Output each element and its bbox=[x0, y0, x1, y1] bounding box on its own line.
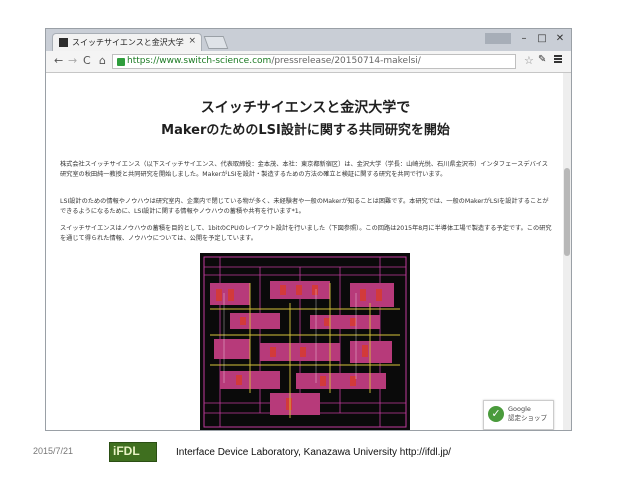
tab-close-icon[interactable]: × bbox=[188, 36, 196, 46]
google-certified-shop-badge[interactable]: ✓ Google 認定ショップ bbox=[483, 400, 554, 430]
paragraph-1: 株式会社スイッチサイエンス（以下スイッチサイエンス、代表取締役：金本茂、本社：東… bbox=[60, 161, 548, 178]
minimize-icon[interactable]: – bbox=[517, 32, 531, 45]
menu-icon[interactable] bbox=[554, 55, 562, 63]
tab-bar: スイッチサイエンスと金沢大学 × – □ ✕ bbox=[46, 29, 571, 51]
browser-toolbar: ← → C ⌂ https://www.switch-science.com/p… bbox=[46, 51, 571, 73]
url-text: https://www.switch-science.com/pressrele… bbox=[127, 56, 421, 66]
back-arrow-icon[interactable]: ← bbox=[54, 54, 63, 67]
paragraph-2: LSI設計のための情報やノウハウは研究室内、企業内で閉じている物が多く、未経験者… bbox=[60, 198, 549, 215]
url-host: https://www.switch-science.com bbox=[127, 56, 272, 66]
ifdl-logo-text: iFDL bbox=[113, 444, 140, 458]
paragraph-3: スイッチサイエンスはノウハウの蓄積を目的として、1bitのCPUのレイアウト設計… bbox=[60, 225, 552, 242]
lock-icon bbox=[117, 58, 125, 66]
forward-arrow-icon[interactable]: → bbox=[68, 54, 77, 67]
reload-icon[interactable]: C bbox=[83, 54, 91, 67]
check-icon: ✓ bbox=[488, 406, 504, 422]
browser-window: スイッチサイエンスと金沢大学 × – □ ✕ ← → C ⌂ https://w… bbox=[45, 28, 572, 431]
favicon-icon bbox=[59, 38, 68, 47]
user-profile-chip[interactable] bbox=[485, 33, 511, 44]
headline-line2: MakerのためのLSI設計に関する共同研究を開始 bbox=[161, 123, 450, 138]
extension-icon[interactable]: ✎ bbox=[538, 54, 546, 65]
badge-line2: 認定ショップ bbox=[508, 414, 547, 422]
new-tab-button[interactable] bbox=[203, 36, 229, 49]
maximize-icon[interactable]: □ bbox=[535, 32, 549, 45]
window-close-icon[interactable]: ✕ bbox=[553, 32, 567, 45]
cpu-layout-image bbox=[200, 253, 410, 430]
slide-caption: Interface Device Laboratory, Kanazawa Un… bbox=[176, 447, 451, 458]
ifdl-logo: iFDL bbox=[109, 442, 157, 462]
address-bar[interactable]: https://www.switch-science.com/pressrele… bbox=[112, 54, 516, 69]
headline-line1: スイッチサイエンスと金沢大学で bbox=[200, 100, 411, 116]
slide-date: 2015/7/21 bbox=[33, 446, 74, 456]
scrollbar-thumb[interactable] bbox=[564, 168, 570, 256]
scrollbar[interactable] bbox=[563, 73, 571, 430]
bookmark-star-icon[interactable]: ☆ bbox=[524, 54, 534, 67]
url-path: /pressrelease/20150714-makelsi/ bbox=[271, 56, 421, 66]
tab-title: スイッチサイエンスと金沢大学 bbox=[72, 38, 184, 47]
browser-tab[interactable]: スイッチサイエンスと金沢大学 × bbox=[52, 33, 202, 51]
home-icon[interactable]: ⌂ bbox=[99, 54, 106, 67]
badge-text: Google 認定ショップ bbox=[508, 405, 547, 423]
page-viewport: スイッチサイエンスと金沢大学で MakerのためのLSI設計に関する共同研究を開… bbox=[46, 73, 571, 430]
badge-line1: Google bbox=[508, 405, 531, 413]
